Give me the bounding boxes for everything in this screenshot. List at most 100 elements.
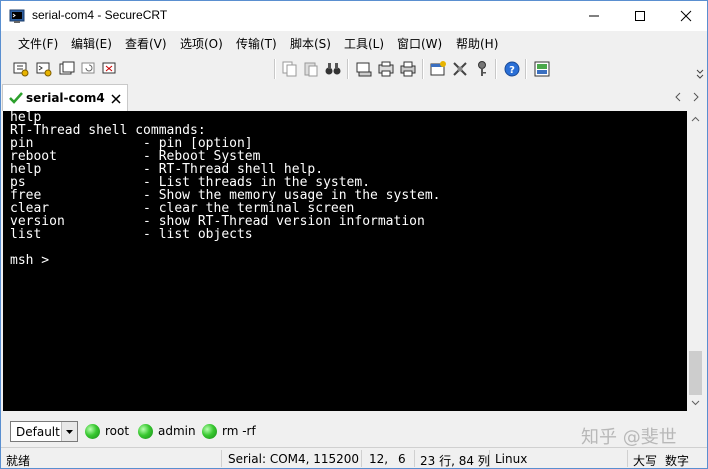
menu-file[interactable]: 文件(F) — [18, 35, 58, 52]
status-size: 23 行, 84 列 — [420, 454, 490, 468]
minimize-button[interactable] — [571, 1, 616, 31]
session-tab-bar: serial-com4 — [1, 83, 707, 111]
button-admin-label: admin — [158, 424, 196, 438]
menu-edit[interactable]: 编辑(E) — [71, 35, 112, 52]
menu-options[interactable]: 选项(O) — [180, 35, 223, 52]
print-screen-icon — [356, 62, 372, 77]
status-separator — [414, 450, 415, 467]
tools-icon — [453, 62, 467, 76]
toolbar-separator — [274, 59, 276, 79]
tab-scroll-right-icon[interactable] — [692, 92, 700, 102]
help-button[interactable]: ? — [502, 59, 522, 79]
print-screen-button[interactable] — [354, 59, 374, 79]
scroll-down-icon[interactable] — [691, 400, 700, 406]
toolbar-separator — [495, 59, 497, 79]
button-bar: Default root admin rm -rf 知乎 @斐世 — [1, 415, 707, 448]
keymap-button[interactable] — [472, 59, 492, 79]
disconnect-button[interactable] — [100, 59, 120, 79]
status-separator — [489, 450, 490, 467]
status-connection: Serial: COM4, 115200 — [228, 452, 360, 466]
maximize-icon — [634, 11, 645, 21]
status-separator — [361, 450, 362, 467]
status-bar: 就绪 Serial: COM4, 115200 12, 6 23 行, 84 列… — [1, 447, 707, 468]
terminal-line: msh > — [10, 253, 50, 268]
menu-window[interactable]: 窗口(W) — [397, 35, 442, 52]
menu-transfer[interactable]: 传输(T) — [236, 35, 277, 52]
button-rm-rf-label: rm -rf — [222, 424, 256, 438]
menu-help[interactable]: 帮助(H) — [456, 35, 498, 52]
find-button[interactable] — [323, 59, 343, 79]
connect-in-tab-button[interactable] — [57, 59, 77, 79]
session-options-icon — [430, 61, 446, 76]
status-separator — [627, 450, 628, 467]
print-button[interactable] — [398, 59, 418, 79]
menu-tools[interactable]: 工具(L) — [344, 35, 384, 52]
paste-button[interactable] — [301, 59, 321, 79]
scroll-up-icon[interactable] — [691, 116, 700, 122]
session-options-button[interactable] — [428, 59, 448, 79]
button-root-label: root — [105, 424, 130, 438]
reconnect-icon — [81, 62, 95, 74]
button-bar-selector[interactable]: Default — [10, 421, 78, 442]
close-window-button[interactable] — [663, 1, 707, 31]
copy-icon — [282, 61, 297, 77]
green-dot-icon — [202, 423, 217, 439]
toolbar-overflow-icon[interactable] — [695, 67, 705, 81]
status-terminal-type: Linux — [495, 452, 528, 466]
close-icon — [680, 10, 691, 22]
binoculars-icon — [325, 63, 341, 75]
button-admin[interactable]: admin — [138, 421, 196, 441]
minimize-icon — [588, 15, 599, 17]
sftp-icon — [534, 61, 550, 77]
green-dot-icon — [85, 423, 100, 439]
watermark: 知乎 @斐世 — [581, 427, 677, 448]
menu-script[interactable]: 脚本(S) — [290, 35, 331, 52]
scroll-thumb[interactable] — [689, 351, 702, 395]
terminal-scrollbar[interactable] — [687, 111, 704, 411]
status-cursor-row: 12, — [369, 452, 389, 466]
maximize-button[interactable] — [617, 1, 662, 31]
toolbar-separator — [347, 59, 349, 79]
quick-connect-button[interactable] — [34, 59, 54, 79]
securecrt-app-icon — [9, 9, 25, 23]
close-tab-icon[interactable] — [111, 94, 121, 104]
status-ready: 就绪 — [6, 454, 31, 468]
menu-bar: 文件(F) 编辑(E) 查看(V) 选项(O) 传输(T) 脚本(S) 工具(L… — [1, 31, 707, 55]
printer-icon — [400, 61, 416, 77]
key-icon — [478, 61, 486, 76]
window-title: serial-com4 - SecureCRT — [32, 8, 168, 22]
print-selection-icon — [378, 61, 394, 77]
status-separator — [221, 450, 222, 467]
status-num: 数字 — [665, 454, 690, 468]
terminal-line: list - list objects — [10, 227, 253, 242]
dropdown-toggle[interactable] — [61, 422, 77, 441]
terminal-output: help RT-Thread shell commands: pin - pin [… — [3, 111, 687, 267]
tab-serial-com4[interactable]: serial-com4 — [2, 84, 128, 111]
title-bar: serial-com4 - SecureCRT — [1, 1, 707, 31]
button-rm-rf[interactable]: rm -rf — [202, 421, 256, 441]
tab-scroll-left-icon[interactable] — [674, 92, 682, 102]
button-root[interactable]: root — [85, 421, 129, 441]
connect-button[interactable] — [11, 59, 31, 79]
menu-view[interactable]: 查看(V) — [125, 35, 167, 52]
print-selection-button[interactable] — [376, 59, 396, 79]
toolbar: ? — [1, 55, 707, 131]
securecrt-window: serial-com4 - SecureCRT 文件(F) 编辑(E) 查看(V… — [0, 0, 708, 469]
toolbar-separator — [525, 59, 527, 79]
copy-button[interactable] — [280, 59, 300, 79]
global-options-button[interactable] — [450, 59, 470, 79]
help-icon: ? — [504, 61, 520, 77]
chevron-down-icon — [66, 429, 73, 434]
disconnect-icon — [102, 62, 116, 74]
toolbar-separator — [422, 59, 424, 79]
reconnect-button[interactable] — [79, 59, 99, 79]
sftp-button[interactable] — [532, 59, 552, 79]
quick-connect-icon — [36, 62, 52, 77]
terminal-screen[interactable]: help RT-Thread shell commands: pin - pin [… — [3, 111, 687, 411]
status-caps: 大写 — [633, 454, 658, 468]
tab-connect-icon — [59, 61, 75, 75]
tab-label: serial-com4 — [26, 91, 105, 105]
green-dot-icon — [138, 423, 153, 439]
status-cursor-col: 6 — [398, 452, 406, 466]
